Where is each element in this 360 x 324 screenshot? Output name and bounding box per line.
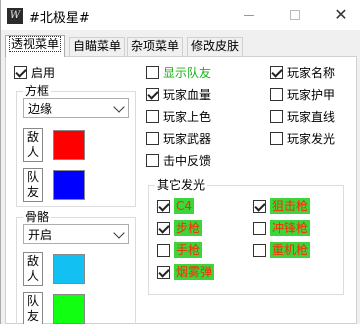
- glow-smoke-label: 烟雾弹: [174, 264, 215, 280]
- glow-lmg-box: [253, 243, 266, 257]
- glow-rifle-checkbox[interactable]: 步枪: [157, 220, 203, 236]
- glow-c4-label: C4: [174, 198, 195, 214]
- glow-rifle-box: [157, 221, 170, 235]
- glow-smg-label: 冲锋枪: [270, 220, 311, 236]
- player-glow-label: 玩家发光: [287, 132, 336, 146]
- player-glow-box: [270, 132, 283, 145]
- player-color-box: [146, 110, 159, 123]
- player-line-checkbox[interactable]: 玩家直线: [270, 108, 335, 125]
- chevron-down-icon: [113, 101, 125, 113]
- box-enemy-color-swatch[interactable]: [53, 130, 85, 160]
- glow-smoke-checkbox[interactable]: 烟雾弹: [157, 264, 215, 280]
- minimize-icon: [244, 14, 254, 16]
- glow-lmg-label: 重机枪: [270, 242, 311, 258]
- hit-feedback-label: 击中反馈: [163, 154, 212, 168]
- box-style-value: 边缘: [28, 101, 53, 116]
- player-weapon-box: [146, 132, 159, 145]
- close-icon: ✕: [334, 5, 348, 24]
- bone-enemy-color-swatch[interactable]: [53, 254, 85, 284]
- glow-smg-checkbox[interactable]: 冲锋枪: [253, 220, 311, 236]
- bone-group: 骨骼 开启 敌人 队友: [16, 210, 136, 324]
- glow-smoke-box: [157, 265, 170, 279]
- glow-sniper-label: 狙击枪: [270, 198, 311, 214]
- maximize-icon: [290, 10, 300, 20]
- player-name-box: [270, 66, 283, 79]
- glow-c4-box: [157, 199, 170, 213]
- box-group: 方框 边缘 敌人 队友: [16, 84, 136, 207]
- maximize-button[interactable]: [272, 0, 318, 30]
- tab-skins-label: 修改皮肤: [191, 39, 240, 53]
- minimize-button[interactable]: [226, 0, 272, 30]
- tab-misc[interactable]: 杂项菜单: [127, 37, 184, 56]
- tab-skins[interactable]: 修改皮肤: [187, 37, 244, 56]
- hit-feedback-checkbox[interactable]: 击中反馈: [146, 152, 211, 169]
- glow-sniper-box: [253, 199, 266, 213]
- glow-c4-checkbox[interactable]: C4: [157, 198, 195, 214]
- player-weapon-label: 玩家武器: [163, 132, 212, 146]
- player-line-label: 玩家直线: [287, 110, 336, 124]
- tab-esp[interactable]: 透视菜单: [5, 35, 66, 57]
- glow-pistol-box: [157, 243, 170, 257]
- close-button[interactable]: ✕: [318, 0, 360, 30]
- glow-lmg-checkbox[interactable]: 重机枪: [253, 242, 311, 258]
- player-armor-label: 玩家护甲: [287, 88, 336, 102]
- player-glow-checkbox[interactable]: 玩家发光: [270, 130, 335, 147]
- tab-aimbot-label: 自瞄菜单: [73, 39, 122, 53]
- player-name-label: 玩家名称: [287, 66, 336, 80]
- player-health-label: 玩家血量: [163, 88, 212, 102]
- app-icon: W: [7, 8, 23, 24]
- player-name-checkbox[interactable]: 玩家名称: [270, 64, 335, 81]
- glow-smg-box: [253, 221, 266, 235]
- tab-aimbot[interactable]: 自瞄菜单: [69, 37, 126, 56]
- glow-pistol-checkbox[interactable]: 手枪: [157, 242, 203, 258]
- bone-group-title: 骨骼: [23, 210, 52, 224]
- title-bar: W #北极星# ✕: [1, 0, 360, 30]
- enable-check-box: [14, 66, 27, 79]
- bone-ally-color-swatch[interactable]: [53, 294, 85, 324]
- player-armor-checkbox[interactable]: 玩家护甲: [270, 86, 335, 103]
- bone-mode-value: 开启: [28, 227, 53, 242]
- show-teammates-checkbox[interactable]: 显示队友: [146, 64, 211, 81]
- enable-checkbox[interactable]: 启用: [14, 64, 55, 81]
- window-title: #北极星#: [29, 11, 90, 26]
- box-ally-label: 队友: [23, 168, 43, 202]
- player-armor-box: [270, 88, 283, 101]
- player-weapon-checkbox[interactable]: 玩家武器: [146, 130, 211, 147]
- box-group-title: 方框: [23, 84, 52, 98]
- glow-sniper-checkbox[interactable]: 狙击枪: [253, 198, 311, 214]
- box-enemy-label: 敌人: [23, 128, 43, 162]
- player-line-box: [270, 110, 283, 123]
- chevron-down-icon: [113, 227, 125, 239]
- tab-content-panel: 启用 方框 边缘 敌人 队友 骨骼 开启 敌人 队友 显示队友 玩家血量 玩家上…: [5, 56, 357, 324]
- player-health-checkbox[interactable]: 玩家血量: [146, 86, 211, 103]
- player-health-box: [146, 88, 159, 101]
- glow-pistol-label: 手枪: [174, 242, 203, 258]
- show-teammates-box: [146, 66, 159, 79]
- bone-mode-select[interactable]: 开启: [23, 224, 129, 244]
- box-ally-color-swatch[interactable]: [53, 170, 85, 200]
- box-style-select[interactable]: 边缘: [23, 98, 129, 118]
- enable-label: 启用: [31, 66, 56, 80]
- player-color-checkbox[interactable]: 玩家上色: [146, 108, 211, 125]
- glow-rifle-label: 步枪: [174, 220, 203, 236]
- hit-feedback-box: [146, 154, 159, 167]
- bone-ally-label: 队友: [23, 292, 43, 324]
- player-color-label: 玩家上色: [163, 110, 212, 124]
- app-window: W #北极星# ✕ 透视菜单 自瞄菜单 杂项菜单 修改皮肤 启用 方框 边缘 敌…: [0, 0, 360, 324]
- other-glow-group: 其它发光 C4 步枪 手枪 烟雾弹 狙击枪 冲锋枪 重机枪: [148, 178, 344, 295]
- tab-esp-label: 透视菜单: [9, 36, 62, 52]
- show-teammates-label: 显示队友: [163, 66, 212, 80]
- other-glow-title: 其它发光: [155, 178, 208, 192]
- bone-enemy-label: 敌人: [23, 252, 43, 286]
- tab-misc-label: 杂项菜单: [131, 39, 180, 53]
